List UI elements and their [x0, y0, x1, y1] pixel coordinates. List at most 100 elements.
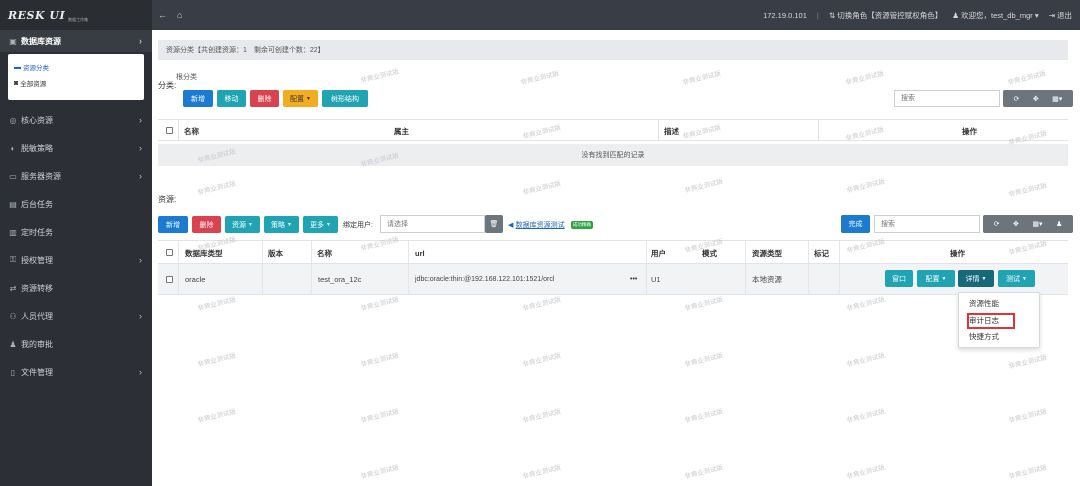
test-label: 测试 [1006, 275, 1021, 283]
caret-down-icon: ▼ [306, 95, 311, 102]
menu-item-resource-performance[interactable]: 资源性能 [969, 298, 999, 309]
bind-user-select[interactable] [380, 215, 485, 233]
sidebar-item-scheduled-tasks[interactable]: ▥ 定时任务 [0, 218, 152, 246]
divider: | [816, 10, 819, 20]
chevron-right-icon: › [139, 311, 142, 321]
trash-icon: 🗑 [489, 221, 499, 228]
clear-user-button[interactable]: 🗑 [485, 215, 503, 233]
category-config-button[interactable]: 配置 ▼ [283, 90, 318, 107]
server-ip: 172.19.0.101 [763, 10, 807, 20]
sidebar-item-personnel-proxy[interactable]: ⚇ 人员代理 › [0, 302, 152, 330]
watermark: 非商业测试版 [846, 352, 886, 369]
switch-icon: ⇅ [828, 10, 836, 20]
row-detail-button[interactable]: 详情 ▼ [958, 270, 994, 287]
category-add-button[interactable]: 新增 [183, 90, 213, 107]
watermark: 非商业测试版 [522, 296, 562, 313]
sidebar-item-authorization[interactable]: ⚿ 授权管理 › [0, 246, 152, 274]
sidebar-item-core-resources[interactable]: ◎ 核心资源 › [0, 106, 152, 134]
resource-delete-button[interactable]: 删除 [192, 216, 221, 233]
sidebar-subitem-resource-category[interactable]: ▬ 资源分类 [14, 59, 138, 75]
user-menu[interactable]: ♟ 欢迎您，test_db_mgr ▾ [952, 10, 1038, 21]
logout-icon: ⇥ [1048, 10, 1055, 20]
resource-test-link-group[interactable]: ◀ 数据库资源测试 成功精确 [508, 220, 593, 230]
resource-test-link[interactable]: 数据库资源测试 [516, 222, 565, 229]
config-label: 配置 [925, 275, 940, 283]
cell-db-type: oracle [185, 275, 206, 284]
sidebar-item-file-management[interactable]: ▯ 文件管理 › [0, 358, 152, 386]
column-header-name[interactable]: 名称 [317, 241, 332, 265]
switch-role-link[interactable]: ⇅ 切换角色【资源管控赋权角色】 [829, 10, 942, 21]
category-tree-button[interactable]: 树形结构 [322, 90, 368, 107]
sidebar-item-resource-transfer[interactable]: ⇄ 资源转移 [0, 274, 152, 302]
resource-label: 资源 [232, 221, 247, 229]
complete-button[interactable]: 完成 [841, 215, 870, 233]
cell-resource-type: 本地资源 [752, 275, 782, 284]
home-icon[interactable]: ⌂ [177, 10, 182, 20]
chevron-right-icon: › [139, 36, 142, 46]
category-table-header: 名称 属主 描述 操作 [158, 119, 1068, 141]
row-window-button[interactable]: 窗口 [885, 270, 913, 287]
select-all-checkbox[interactable] [166, 249, 173, 256]
resource-menu-button[interactable]: 资源 ▼ [225, 216, 260, 233]
column-header-version[interactable]: 版本 [268, 241, 283, 265]
resource-toolbar-group[interactable]: ⟳ ✥ ▦▾ ♟ [983, 215, 1073, 233]
column-header-mark[interactable]: 标记 [814, 241, 829, 265]
column-divider [745, 241, 746, 263]
category-delete-button[interactable]: 删除 [250, 90, 279, 107]
select-all-checkbox[interactable] [166, 127, 173, 134]
cell-url: jdbc:oracle:thin:@192.168.122.101:1521/o… [415, 276, 555, 283]
status-badge: 成功精确 [570, 220, 593, 229]
back-arrow-icon[interactable]: ← [158, 10, 167, 20]
column-header-url[interactable]: url [415, 241, 425, 265]
logout-link[interactable]: ⇥ 退出 [1049, 10, 1072, 21]
category-search-input[interactable] [894, 90, 1000, 107]
mask-icon: ◐ [10, 143, 16, 153]
sidebar-submenu: ▬ 资源分类 ◙ 全部资源 [8, 54, 144, 100]
resource-add-button[interactable]: 新增 [158, 216, 188, 233]
row-test-button[interactable]: 测试 ▼ [998, 270, 1035, 287]
refresh-icon[interactable]: ⟳ [994, 220, 1000, 228]
cell-more-ellipsis[interactable]: ••• [630, 264, 637, 295]
user-icon[interactable]: ♟ [1056, 220, 1062, 228]
columns-icon[interactable]: ▦▾ [1032, 220, 1042, 228]
column-header-db-type[interactable]: 数据库类型 [185, 241, 223, 265]
resource-table-header: 数据库类型 版本 名称 url 用户 模式 资源类型 标记 操作 [158, 240, 1068, 264]
menu-item-shortcut[interactable]: 快捷方式 [969, 331, 999, 342]
sidebar-item-masking-policy[interactable]: ◐ 脱敏策略 › [0, 134, 152, 162]
category-move-button[interactable]: 移动 [217, 90, 246, 107]
sidebar-item-my-approvals[interactable]: ♟ 我的审批 [0, 330, 152, 358]
row-checkbox[interactable] [166, 276, 173, 283]
move-icon[interactable]: ✥ [1033, 95, 1039, 103]
column-header-owner[interactable]: 属主 [394, 120, 409, 142]
watermark: 非商业测试版 [1008, 354, 1048, 371]
columns-icon[interactable]: ▦▾ [1052, 95, 1062, 103]
database-icon: ▣ [9, 36, 17, 46]
column-header-schema[interactable]: 模式 [702, 241, 717, 265]
column-header-resource-type[interactable]: 资源类型 [752, 241, 782, 265]
refresh-icon[interactable]: ⟳ [1014, 95, 1020, 103]
column-divider [839, 241, 840, 263]
row-config-button[interactable]: 配置 ▼ [917, 270, 955, 287]
column-header-description[interactable]: 描述 [664, 120, 679, 142]
sidebar-subitem-all-resources[interactable]: ◙ 全部资源 [14, 75, 138, 91]
approval-icon: ♟ [9, 339, 17, 349]
column-divider [178, 264, 179, 294]
policy-menu-button[interactable]: 策略 ▼ [264, 216, 299, 233]
sidebar-item-background-tasks[interactable]: ▤ 后台任务 [0, 190, 152, 218]
watermark: 非商业测试版 [522, 352, 562, 369]
sidebar-item-server-resources[interactable]: ▭ 服务器资源 › [0, 162, 152, 190]
watermark: 非商业测试版 [197, 352, 237, 369]
more-menu-button[interactable]: 更多 ▼ [303, 216, 338, 233]
config-label: 配置 [290, 95, 305, 103]
sidebar-item-database-resources[interactable]: ▣ 数据库资源 › [0, 30, 152, 52]
column-header-name[interactable]: 名称 [184, 120, 199, 142]
resource-search-input[interactable] [874, 215, 980, 233]
move-icon[interactable]: ✥ [1013, 220, 1019, 228]
column-header-user[interactable]: 用户 [651, 241, 666, 265]
sidebar-item-label: 定时任务 [21, 227, 53, 237]
sidebar-item-label: 后台任务 [21, 199, 53, 209]
caret-down-icon: ▼ [981, 275, 987, 282]
category-toolbar-group[interactable]: ⟳ ✥ ▦▾ [1003, 90, 1073, 107]
table-row[interactable]: oracle test_ora_12c jdbc:oracle:thin:@19… [158, 264, 1068, 295]
column-divider [178, 120, 179, 140]
